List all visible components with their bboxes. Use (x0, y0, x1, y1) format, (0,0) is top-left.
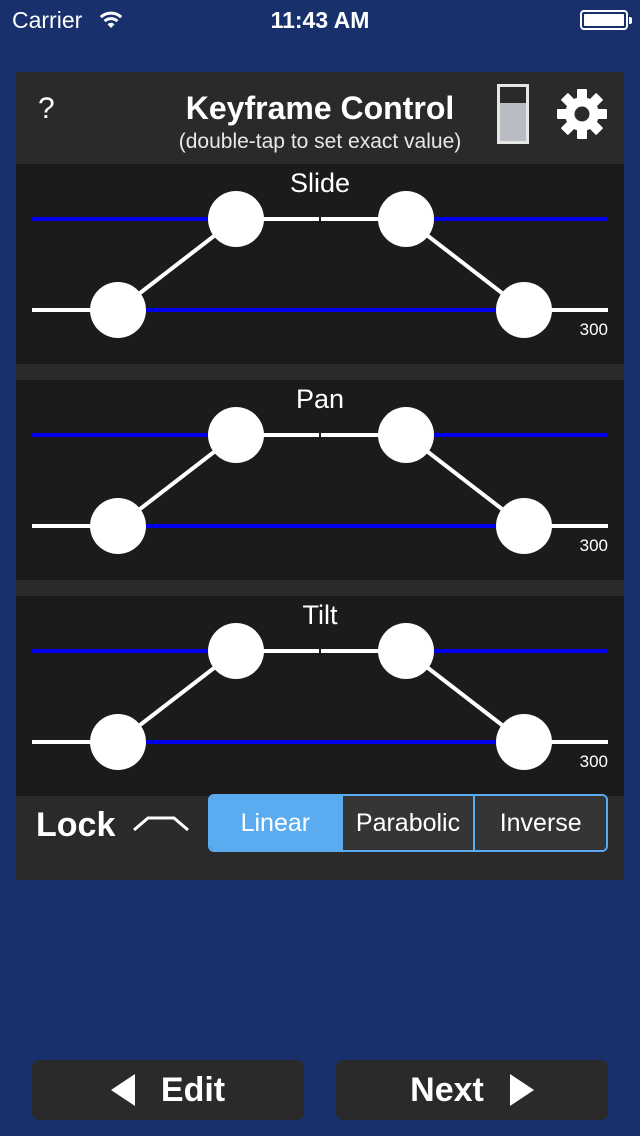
level-fill (500, 103, 526, 141)
keyframe-handle[interactable] (496, 714, 552, 770)
curve-max-value: 300 (579, 752, 608, 771)
curve-name: Slide (289, 168, 351, 198)
next-button-label: Next (410, 1070, 484, 1109)
curve-name: Pan (295, 384, 345, 414)
next-button[interactable]: Next (336, 1060, 608, 1120)
keyframe-handle[interactable] (208, 407, 264, 463)
status-bar: Carrier 11:43 AM (0, 0, 640, 40)
right-triangle-icon (509, 1074, 534, 1106)
keyframe-handle[interactable] (90, 714, 146, 770)
keyframe-handle[interactable] (90, 498, 146, 554)
level-icon[interactable] (497, 84, 529, 144)
keyframe-handle[interactable] (208, 623, 264, 679)
curve-max-value: 300 (579, 320, 608, 339)
interpolation-inverse[interactable]: Inverse (473, 796, 606, 850)
keyframe-handle[interactable] (496, 498, 552, 554)
curve-max-value: 300 (579, 536, 608, 555)
lock-curve-icon[interactable] (132, 808, 190, 838)
keyframe-handle[interactable] (378, 191, 434, 247)
curve-editor-pan: Pan 300 (16, 380, 624, 580)
lock-label[interactable]: Lock (36, 806, 115, 845)
keyframe-handle[interactable] (208, 191, 264, 247)
status-time: 11:43 AM (270, 7, 370, 33)
curve-name: Tilt (302, 600, 338, 630)
keyframe-handle[interactable] (378, 407, 434, 463)
keyframe-panel: ? Keyframe Control (double-tap to set ex… (16, 72, 624, 880)
edit-button-label: Edit (160, 1070, 226, 1109)
keyframe-handle[interactable] (378, 623, 434, 679)
interpolation-selector: Linear Parabolic Inverse (208, 794, 608, 852)
edit-button[interactable]: Edit (32, 1060, 304, 1120)
keyframe-handle[interactable] (496, 282, 552, 338)
interpolation-parabolic[interactable]: Parabolic (340, 796, 474, 850)
keyframe-handle[interactable] (90, 282, 146, 338)
curve-editor-tilt: Tilt 300 (16, 596, 624, 796)
panel-subtitle: (double-tap to set exact value) (178, 130, 462, 153)
interpolation-linear[interactable]: Linear (210, 796, 341, 850)
gear-icon[interactable] (556, 88, 608, 140)
curve-editor-slide: Slide 300 (16, 164, 624, 364)
left-triangle-icon (110, 1074, 135, 1106)
panel-title: Keyframe Control (185, 90, 455, 126)
battery-icon (580, 10, 632, 30)
